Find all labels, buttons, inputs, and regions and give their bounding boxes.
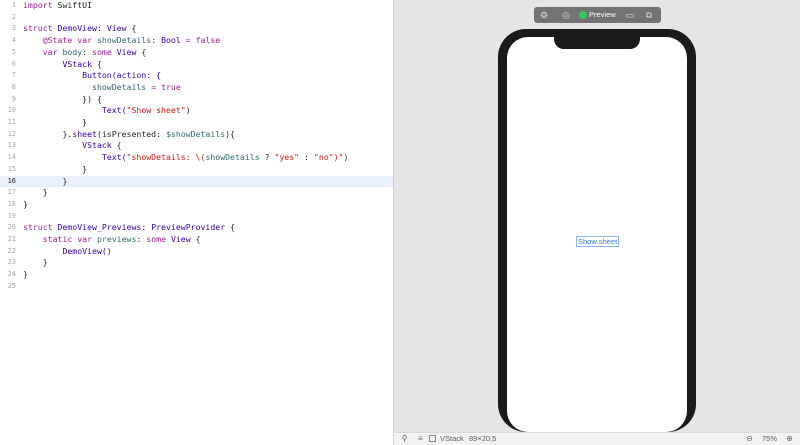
code-line-current[interactable]: 16 }	[0, 175, 393, 188]
live-preview-status-icon	[579, 11, 587, 19]
line-number: 4	[11, 36, 16, 45]
code-line[interactable]: 18}	[0, 199, 393, 211]
selection-box-icon	[429, 435, 436, 442]
code-line[interactable]: 10 Text("Show sheet")	[0, 105, 393, 117]
code-line[interactable]: 3 struct DemoView: View {	[0, 23, 393, 35]
line-number: 10	[7, 106, 16, 115]
code-line[interactable]: 19	[0, 211, 393, 223]
line-number: 16	[7, 176, 16, 185]
line-number: 1	[11, 1, 16, 9]
code-line[interactable]: 5 var body: some View {	[0, 47, 393, 59]
line-number: 17	[7, 188, 16, 197]
code-line[interactable]: 6 VStack {	[0, 59, 393, 71]
device-icon[interactable]: ▭	[625, 10, 635, 20]
code-line[interactable]: 24}	[0, 269, 393, 281]
code-line[interactable]: 9 }) {	[0, 94, 393, 106]
line-number: 23	[7, 258, 16, 267]
code-line[interactable]: 8 showDetails = true	[0, 82, 393, 94]
selected-view-size: 89×20,5	[469, 434, 497, 443]
code-line[interactable]: 22 DemoView()	[0, 246, 393, 258]
code-line[interactable]: 20 struct DemoView_Previews: PreviewProvi…	[0, 222, 393, 234]
line-number: 14	[7, 153, 16, 162]
line-number: 2	[11, 12, 16, 21]
zoom-out-icon[interactable]: ⊖	[745, 434, 754, 443]
line-number: 5	[11, 47, 16, 56]
gear-icon[interactable]: ⚙	[539, 10, 549, 20]
code-line[interactable]: 1 import SwiftUI	[0, 0, 393, 12]
line-number: 18	[7, 199, 16, 208]
line-number: 25	[7, 281, 16, 290]
show-sheet-button[interactable]: Show sheet	[576, 236, 620, 247]
device-frame: Show sheet	[498, 29, 696, 432]
line-number: 19	[7, 211, 16, 220]
line-number: 3	[11, 24, 16, 33]
code-line[interactable]: 4 @State var showDetails: Bool = false	[0, 35, 393, 47]
line-number: 13	[7, 141, 16, 150]
zoom-level[interactable]: 75%	[762, 433, 777, 444]
inspect-icon[interactable]: ◎	[561, 10, 571, 20]
device-screen: Show sheet	[507, 37, 687, 432]
line-number: 20	[7, 223, 16, 232]
code-editor[interactable]: 1 import SwiftUI 2 3 struct DemoView: View…	[0, 0, 393, 445]
code-line[interactable]: 7 Button(action: {	[0, 70, 393, 82]
line-number: 8	[11, 82, 16, 91]
line-number: 11	[7, 118, 16, 126]
line-number: 9	[11, 94, 16, 103]
pin-icon[interactable]: ⚲	[400, 434, 409, 443]
preview-canvas: ⚙ ◎ Preview ▭ ⧉ Show sheet	[394, 0, 800, 432]
code-line[interactable]: 14 Text("showDetails: \(showDetails ? "y…	[0, 152, 393, 164]
duplicate-icon[interactable]: ⧉	[644, 10, 654, 20]
adjust-icon[interactable]: ≡	[416, 434, 425, 443]
zoom-in-icon[interactable]: ⊕	[785, 434, 794, 443]
code-line[interactable]: 17 }	[0, 187, 393, 199]
code-line[interactable]: 13 VStack {	[0, 140, 393, 152]
line-number: 24	[7, 270, 16, 279]
code-line[interactable]: 15 }	[0, 164, 393, 176]
line-number: 21	[7, 235, 16, 243]
code-line[interactable]: 2	[0, 12, 393, 24]
code-line[interactable]: 11 }	[0, 117, 393, 129]
line-number: 6	[11, 59, 16, 68]
code-line[interactable]: 21 static var previews: some View {	[0, 234, 393, 246]
preview-label[interactable]: Preview	[589, 7, 616, 23]
code-line[interactable]: 25	[0, 281, 393, 293]
code-line[interactable]: 23 }	[0, 257, 393, 269]
selected-view-name: VStack	[440, 434, 464, 443]
code-line[interactable]: 12 }.sheet(isPresented: $showDetails){	[0, 129, 393, 141]
line-number: 15	[7, 164, 16, 173]
line-number: 22	[7, 246, 16, 255]
preview-toolbar: ⚙ ◎ Preview ▭ ⧉	[534, 7, 661, 23]
line-number: 7	[11, 71, 16, 80]
canvas-bottom-bar: ⚲ ≡ VStack 89×20,5 ⊖ 75% ⊕	[394, 432, 800, 445]
line-number: 12	[7, 129, 16, 138]
device-notch	[554, 37, 640, 49]
